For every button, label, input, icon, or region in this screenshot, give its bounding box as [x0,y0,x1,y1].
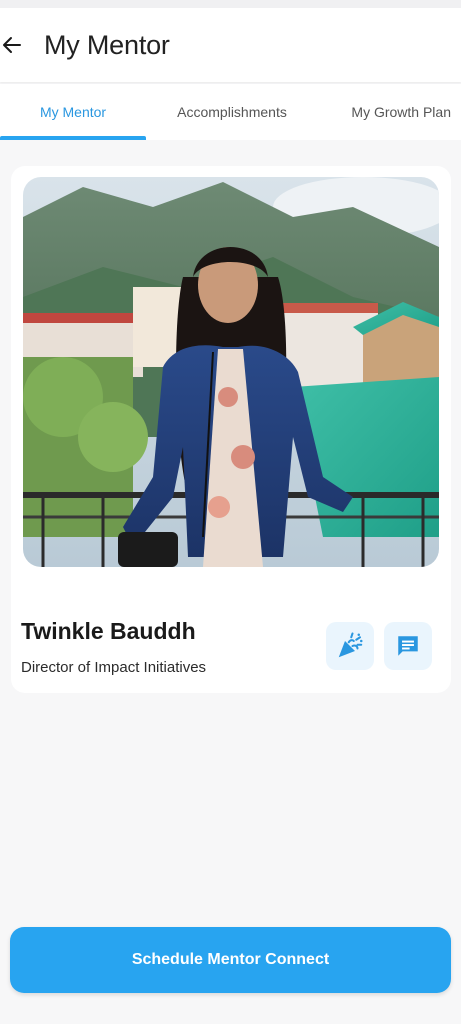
celebrate-button[interactable] [326,622,374,670]
active-tab-indicator [0,136,146,140]
chat-message-icon [398,636,418,656]
tab-accomplishments[interactable]: Accomplishments [146,84,318,140]
mentor-name: Twinkle Bauddh [21,618,196,644]
back-button[interactable] [0,25,32,65]
tab-label: My Mentor [39,104,107,120]
party-popper-icon [338,632,363,658]
arrow-left-icon [3,37,21,53]
tab-label: Accomplishments [177,104,287,120]
page-title: My Mentor [44,29,170,60]
mentor-card: Twinkle Bauddh Director of Impact Initia… [11,166,451,693]
tab-label: My Growth Plan [351,104,451,120]
chat-button[interactable] [384,622,432,670]
schedule-mentor-connect-button[interactable]: Schedule Mentor Connect [10,927,451,993]
tab-bar: My Mentor Accomplishments My Growth Plan [0,84,461,140]
tab-my-mentor[interactable]: My Mentor [0,84,146,140]
status-bar [0,0,461,8]
tab-my-growth-plan[interactable]: My Growth Plan [318,84,461,140]
mentor-photo [23,177,439,567]
app-bar: My Mentor [0,8,461,82]
mentor-role: Director of Impact Initiatives [21,659,207,676]
